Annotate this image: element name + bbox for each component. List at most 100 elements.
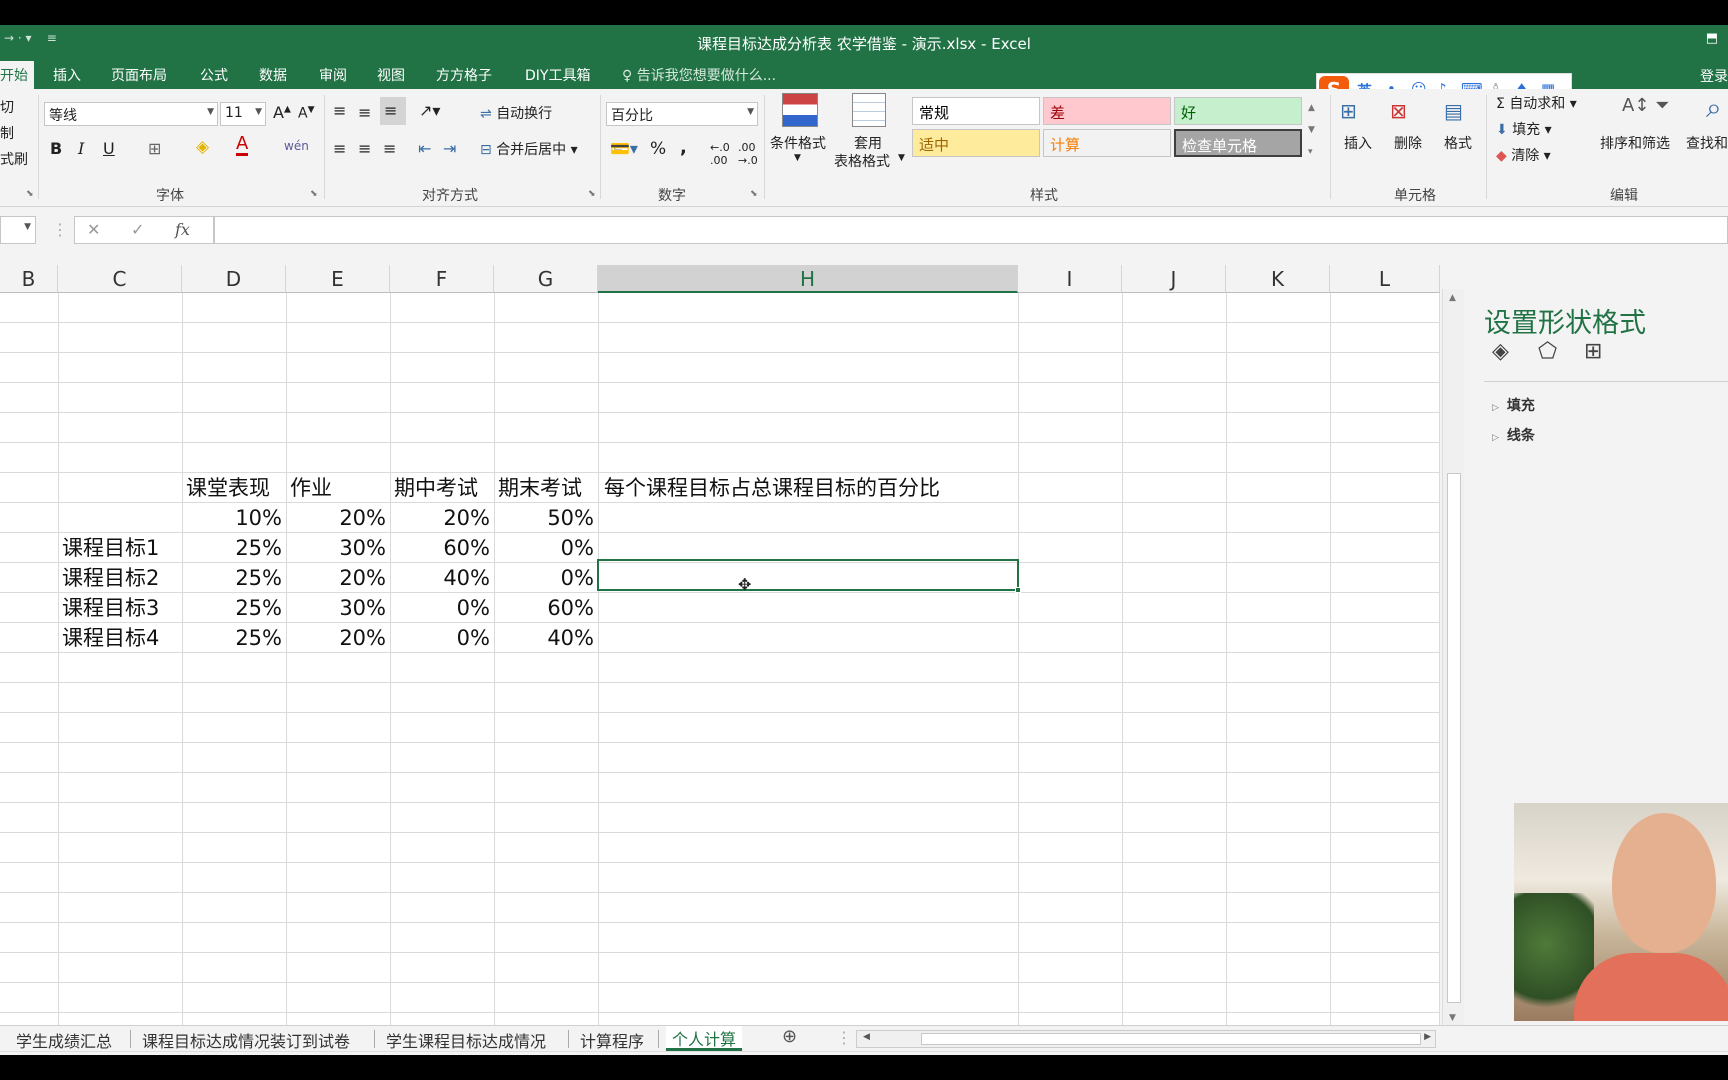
table-cell[interactable]: 60% [494, 593, 598, 623]
cell-h-header[interactable]: 每个课程目标占总课程目标的百分比 [598, 473, 940, 503]
font-color-icon[interactable]: A [236, 135, 249, 156]
fill-section[interactable]: ▷ 填充 [1492, 395, 1535, 415]
align-middle-icon[interactable]: ≡ [358, 103, 371, 122]
fill-color-icon[interactable]: ◈ [196, 137, 209, 157]
table-cell[interactable]: 25% [182, 593, 286, 623]
splitter-dots[interactable]: ⋮ [52, 220, 68, 239]
number-launcher-icon[interactable]: ⬊ [750, 189, 758, 199]
fill-handle[interactable] [1015, 587, 1021, 593]
format-painter-button[interactable]: 式刷 [0, 149, 28, 169]
style-calculation[interactable]: 计算 [1043, 129, 1171, 157]
styles-scroll[interactable]: ▲ ▼ ▾ [1308, 97, 1315, 163]
tab-page-layout[interactable]: 页面布局 [111, 65, 167, 85]
sheet-tab[interactable]: 课程目标达成情况装订到试卷 [142, 1028, 350, 1052]
merge-center-button[interactable]: ⊟ 合并后居中 ▾ [480, 139, 578, 159]
clear-button[interactable]: ◆ 清除 ▾ [1496, 145, 1551, 165]
percent-style-button[interactable]: % [650, 139, 666, 159]
fill-button[interactable]: ⬇ 填充 ▾ [1496, 119, 1552, 139]
table-format-label-2[interactable]: 表格格式 [834, 151, 890, 171]
table-cell[interactable]: 0% [390, 593, 494, 623]
comma-style-button[interactable]: , [680, 137, 687, 158]
tab-formulas[interactable]: 公式 [200, 65, 228, 85]
col-header-c[interactable]: C [58, 265, 182, 293]
delete-cells-icon[interactable]: ⊠ [1390, 99, 1407, 123]
cell-weight[interactable]: 50% [494, 503, 598, 533]
table-cell[interactable]: 20% [286, 623, 390, 653]
find-select-button[interactable]: 查找和 [1686, 133, 1728, 153]
style-check-cell[interactable]: 检查单元格 [1174, 129, 1302, 157]
col-header-l[interactable]: L [1330, 265, 1440, 293]
tab-data[interactable]: 数据 [259, 65, 287, 85]
cell-e-header[interactable]: 作业 [286, 473, 332, 503]
row-label[interactable]: 课程目标1 [58, 533, 159, 563]
align-bottom-icon[interactable]: ≡ [380, 97, 406, 125]
delete-cells-button[interactable]: 删除 [1394, 133, 1422, 153]
col-header-e[interactable]: E [286, 265, 390, 293]
insert-function-icon[interactable]: fx [175, 220, 190, 239]
col-header-g[interactable]: G [494, 265, 598, 293]
number-format-combo[interactable]: 百分比 ▼ [606, 102, 758, 126]
vertical-scrollbar[interactable]: ▲ ▼ [1442, 289, 1464, 1025]
cut-button[interactable]: 切 [0, 97, 14, 117]
grow-font-button[interactable]: A▲ [273, 103, 291, 122]
table-cell[interactable]: 25% [182, 623, 286, 653]
formula-input[interactable] [214, 216, 1728, 244]
horizontal-scrollbar[interactable]: ◀ ▶ [856, 1030, 1436, 1048]
worksheet-grid[interactable]: 课堂表现 作业 期中考试 期末考试 每个课程目标占总课程目标的百分比 10% 2… [0, 293, 1440, 1025]
line-section[interactable]: ▷ 线条 [1492, 425, 1535, 445]
table-cell[interactable]: 30% [286, 593, 390, 623]
table-cell[interactable]: 60% [390, 533, 494, 563]
sheet-tab-active[interactable]: 个人计算 [666, 1026, 743, 1051]
cell-f-header[interactable]: 期中考试 [390, 473, 478, 503]
decrease-decimal-icon[interactable]: .00 →.0 [738, 141, 758, 167]
col-header-f[interactable]: F [390, 265, 494, 293]
table-cell[interactable]: 20% [286, 563, 390, 593]
align-center-icon[interactable]: ≡ [358, 139, 371, 158]
copy-button[interactable]: 制 [0, 123, 14, 143]
style-good[interactable]: 好 [1174, 97, 1302, 125]
fill-line-icon[interactable]: ◈ [1492, 339, 1509, 364]
table-cell[interactable]: 0% [494, 563, 598, 593]
tab-fangfang[interactable]: 方方格子 [436, 65, 492, 85]
font-launcher-icon[interactable]: ⬊ [310, 189, 318, 199]
sheet-tab[interactable]: 学生课程目标达成情况 [386, 1028, 546, 1052]
bold-button[interactable]: B [50, 139, 62, 158]
insert-cells-button[interactable]: 插入 [1344, 133, 1372, 153]
autosum-button[interactable]: Σ 自动求和 ▾ [1496, 93, 1577, 113]
tab-review[interactable]: 审阅 [319, 65, 347, 85]
selected-cell-h[interactable] [597, 559, 1019, 591]
scroll-left-icon[interactable]: ◀ [863, 1032, 870, 1042]
col-header-i[interactable]: I [1018, 265, 1122, 293]
clipboard-launcher-icon[interactable]: ⬊ [26, 189, 34, 199]
tab-diy-toolbox[interactable]: DIY工具箱 [525, 65, 590, 85]
scroll-right-icon[interactable]: ▶ [1424, 1032, 1431, 1042]
h-scroll-thumb[interactable] [921, 1033, 1421, 1045]
sort-filter-icon[interactable]: A↕ ⏷ [1622, 95, 1670, 116]
decrease-indent-icon[interactable]: ⇤ [418, 139, 431, 158]
tab-home[interactable]: 开始 [0, 61, 34, 89]
insert-cells-icon[interactable]: ⊞ [1340, 99, 1357, 123]
table-format-icon[interactable] [852, 93, 886, 127]
row-label[interactable]: 课程目标4 [58, 623, 159, 653]
name-box[interactable]: ▼ [0, 216, 36, 244]
borders-icon[interactable]: ⊞ [148, 139, 161, 158]
style-neutral[interactable]: 适中 [912, 129, 1040, 157]
splitter-dots[interactable]: ⋮ [836, 1028, 852, 1047]
style-bad[interactable]: 差 [1043, 97, 1171, 125]
font-size-combo[interactable]: 11 ▼ [220, 102, 266, 126]
col-header-h[interactable]: H [598, 265, 1018, 293]
login-link[interactable]: 登录 [1700, 66, 1728, 86]
italic-button[interactable]: I [78, 139, 84, 158]
phonetic-icon[interactable]: wén [284, 139, 309, 153]
table-cell[interactable]: 0% [494, 533, 598, 563]
table-cell[interactable]: 25% [182, 563, 286, 593]
col-header-d[interactable]: D [182, 265, 286, 293]
cancel-icon[interactable]: ✕ [87, 220, 100, 239]
enter-icon[interactable]: ✓ [131, 220, 144, 239]
add-sheet-icon[interactable]: ⊕ [782, 1026, 797, 1047]
orientation-icon[interactable]: ↗▾ [419, 101, 440, 120]
style-normal[interactable]: 常规 [912, 97, 1040, 125]
scroll-up-icon[interactable]: ▲ [1449, 293, 1456, 303]
underline-button[interactable]: U [103, 139, 115, 158]
align-left-icon[interactable]: ≡ [333, 139, 346, 158]
